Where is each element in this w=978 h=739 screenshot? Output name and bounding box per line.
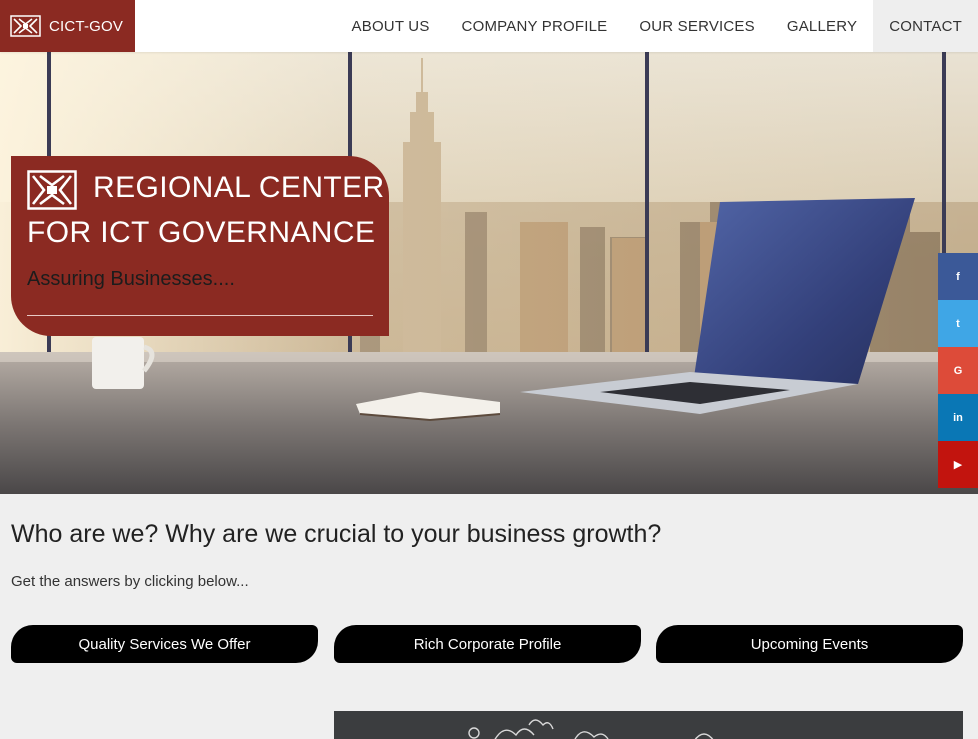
- twitter-icon[interactable]: t: [938, 300, 978, 347]
- facebook-icon[interactable]: f: [938, 253, 978, 300]
- nav-contact[interactable]: CONTACT: [873, 0, 978, 52]
- main-menu: ABOUT US COMPANY PROFILE OUR SERVICES GA…: [336, 0, 978, 52]
- corporate-profile-button[interactable]: Rich Corporate Profile: [334, 625, 641, 663]
- top-navigation: CICT-GOV ABOUT US COMPANY PROFILE OUR SE…: [0, 0, 978, 52]
- quality-services-button[interactable]: Quality Services We Offer: [11, 625, 318, 663]
- hero-banner: REGIONAL CENTER FOR ICT GOVERNANCE Assur…: [0, 52, 978, 494]
- logo-icon: [27, 170, 77, 210]
- google-plus-icon[interactable]: G: [938, 347, 978, 394]
- hero-divider: [27, 315, 373, 316]
- feature-image-preview: [334, 711, 963, 739]
- hero-tagline: Assuring Businesses....: [27, 268, 235, 290]
- linkedin-icon[interactable]: in: [938, 394, 978, 441]
- hero-title-card: REGIONAL CENTER FOR ICT GOVERNANCE Assur…: [11, 156, 389, 336]
- nav-company-profile[interactable]: COMPANY PROFILE: [446, 0, 624, 52]
- youtube-icon[interactable]: ▶: [938, 441, 978, 488]
- brand-link[interactable]: CICT-GOV: [0, 0, 135, 52]
- nav-our-services[interactable]: OUR SERVICES: [623, 0, 771, 52]
- logo-icon: [10, 15, 41, 37]
- hero-title-line-1: REGIONAL CENTER: [93, 171, 385, 204]
- upcoming-events-button[interactable]: Upcoming Events: [656, 625, 963, 663]
- sketch-illustration: [468, 719, 714, 739]
- brand-name: CICT-GOV: [49, 17, 124, 35]
- nav-gallery[interactable]: GALLERY: [771, 0, 873, 52]
- social-links: f t G in ▶: [938, 253, 978, 488]
- nav-about-us[interactable]: ABOUT US: [336, 0, 446, 52]
- section-subheading: Get the answers by clicking below...: [11, 573, 249, 590]
- hero-title-line-2: FOR ICT GOVERNANCE: [27, 216, 376, 249]
- section-heading: Who are we? Why are we crucial to your b…: [11, 520, 662, 548]
